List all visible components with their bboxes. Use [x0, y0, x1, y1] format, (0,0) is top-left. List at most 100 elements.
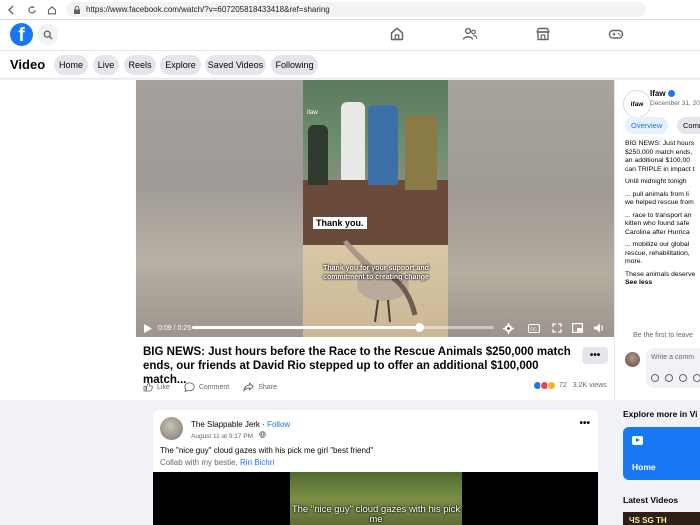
follow-link[interactable]: Follow [267, 420, 290, 429]
video-time: 0:09 / 0:25 [158, 324, 192, 332]
explore-home-card[interactable]: Home [623, 427, 700, 480]
tab-home[interactable]: Home [54, 55, 88, 75]
first-comment-prompt: Be the first to leave [633, 332, 693, 339]
url-text: https://www.facebook.com/watch/?v=607205… [86, 5, 330, 14]
author-avatar[interactable] [160, 417, 183, 440]
view-count: 3.2K views [572, 382, 607, 389]
avatar-sticker-icon[interactable] [651, 374, 659, 382]
post-date: August 11 at 9:17 PM · [191, 431, 266, 440]
author-name[interactable]: The Slappable Jerk [191, 420, 260, 429]
desc-line: ... mobilize our global [625, 241, 690, 248]
camera-icon[interactable] [679, 374, 687, 382]
address-bar[interactable]: https://www.facebook.com/watch/?v=607205… [66, 2, 646, 17]
post-collab-line: Collab with my bestie, Riri Bichri [160, 458, 274, 467]
video-player[interactable]: ifaw Thank you. Thank you for your suppo… [136, 80, 614, 337]
desc-line: ... race to transport an [625, 211, 692, 219]
latest-video-thumbnail[interactable]: ЧS SG TH [623, 512, 700, 525]
desc-line: These animals deserve [625, 270, 696, 278]
video-blur-left [136, 80, 303, 337]
collab-prefix: Collab with my bestie, [160, 458, 241, 467]
home-icon[interactable] [389, 26, 405, 42]
video-blur-right [447, 80, 614, 337]
channel-logo[interactable]: ifaw [623, 90, 651, 118]
desc-line: rescue, rehabilitation, [625, 249, 690, 257]
tab-saved-videos[interactable]: Saved Videos [205, 55, 266, 75]
comment-input[interactable]: Write a comm [646, 348, 700, 388]
post-author: The Slappable Jerk · Follow [191, 420, 291, 429]
video-frame: ifaw Thank you. Thank you for your suppo… [303, 80, 448, 337]
video-caption-box: Thank you. [313, 217, 367, 229]
comment-placeholder: Write a comm [651, 354, 695, 361]
desc-line: BIG NEWS: Just hours [625, 140, 695, 147]
facebook-logo-icon[interactable]: f [10, 23, 33, 46]
reaction-count: 72 [559, 382, 567, 389]
post-options-icon[interactable]: ••• [579, 418, 590, 429]
post-actions: Like Comment Share [143, 380, 291, 394]
globe-icon [259, 431, 266, 438]
desc-line: ... pull animals from li [625, 190, 689, 198]
play-icon[interactable] [144, 323, 152, 333]
tab-explore[interactable]: Explore [160, 55, 201, 75]
video-controls: 0:09 / 0:25 CC [136, 319, 614, 337]
browser-toolbar: https://www.facebook.com/watch/?v=607205… [0, 0, 700, 20]
channel-name[interactable]: Ifaw [650, 89, 666, 98]
svg-text:CC: CC [530, 326, 537, 331]
share-button[interactable]: Share [243, 382, 277, 392]
emoji-icon[interactable] [665, 374, 673, 382]
settings-gear-icon[interactable] [503, 323, 514, 334]
facebook-header: f [0, 20, 700, 51]
desc-line: Carolina after Hurrica [625, 228, 690, 236]
channel-name-line: Ifaw [650, 89, 675, 98]
like-button[interactable]: Like [143, 382, 170, 392]
browser-home-icon[interactable] [44, 2, 60, 18]
post-video-caption: The "nice guy" cloud gazes with his pick… [291, 504, 461, 525]
user-avatar [625, 352, 640, 367]
tab-comments[interactable]: Comm [677, 117, 700, 134]
ifaw-watermark: ifaw [307, 110, 318, 116]
desc-line: we helped rescue from [625, 199, 694, 206]
gaming-icon[interactable] [608, 26, 624, 42]
like-label: Like [157, 383, 170, 391]
video-post-card: ifaw Thank you. Thank you for your suppo… [0, 80, 614, 400]
care-reaction-icon [547, 381, 556, 390]
marketplace-icon[interactable] [535, 26, 551, 42]
tab-overview[interactable]: Overview [625, 117, 669, 134]
video-description: BIG NEWS: Just hours $250,000 match ends… [625, 140, 700, 288]
more-options-button[interactable]: ••• [582, 347, 608, 364]
comment-icon [184, 382, 195, 392]
post-video[interactable]: The "nice guy" cloud gazes with his pick… [153, 472, 598, 525]
picture-in-picture-icon[interactable] [572, 323, 583, 333]
post-date-text[interactable]: August 11 at 9:17 PM · [191, 433, 257, 440]
share-icon [243, 382, 254, 392]
video-caption-subtitle: Thank you for your support and commitmen… [323, 265, 429, 281]
latest-videos-title: Latest Videos [623, 495, 679, 505]
friends-icon[interactable] [462, 26, 478, 42]
tab-reels[interactable]: Reels [124, 55, 156, 75]
desc-line: more. [625, 258, 643, 265]
comment-button[interactable]: Comment [184, 382, 229, 392]
back-icon[interactable] [4, 2, 20, 18]
fullscreen-icon[interactable] [552, 323, 562, 333]
captions-icon[interactable]: CC [528, 324, 540, 333]
reactions-summary[interactable]: 72 3.2K views [533, 381, 607, 390]
post-video-frame: The "nice guy" cloud gazes with his pick… [290, 472, 462, 525]
search-button[interactable] [37, 24, 58, 45]
search-icon [43, 30, 52, 39]
comment-label: Comment [198, 383, 230, 391]
post-text: The "nice guy" cloud gazes with his pick… [160, 446, 374, 455]
upload-date: December 31, 20 [650, 100, 700, 107]
tab-following[interactable]: Following [271, 55, 318, 75]
second-video-post: The Slappable Jerk · Follow August 11 at… [153, 410, 598, 525]
gif-icon[interactable] [693, 374, 700, 382]
desc-line: kitten who found safe [625, 220, 690, 227]
tab-live[interactable]: Live [93, 55, 119, 75]
explore-panel: Explore more in Vi Home Latest Videos ЧS… [614, 400, 700, 525]
thumbs-up-icon [143, 382, 153, 392]
lock-icon [74, 5, 80, 14]
video-section-title: Video [10, 57, 46, 72]
volume-icon[interactable] [594, 323, 605, 333]
reload-icon[interactable] [24, 2, 40, 18]
collab-link[interactable]: Riri Bichri [240, 458, 274, 467]
see-less-link[interactable]: See less [625, 279, 652, 286]
desc-line: Until midnight tonigh [625, 178, 687, 185]
